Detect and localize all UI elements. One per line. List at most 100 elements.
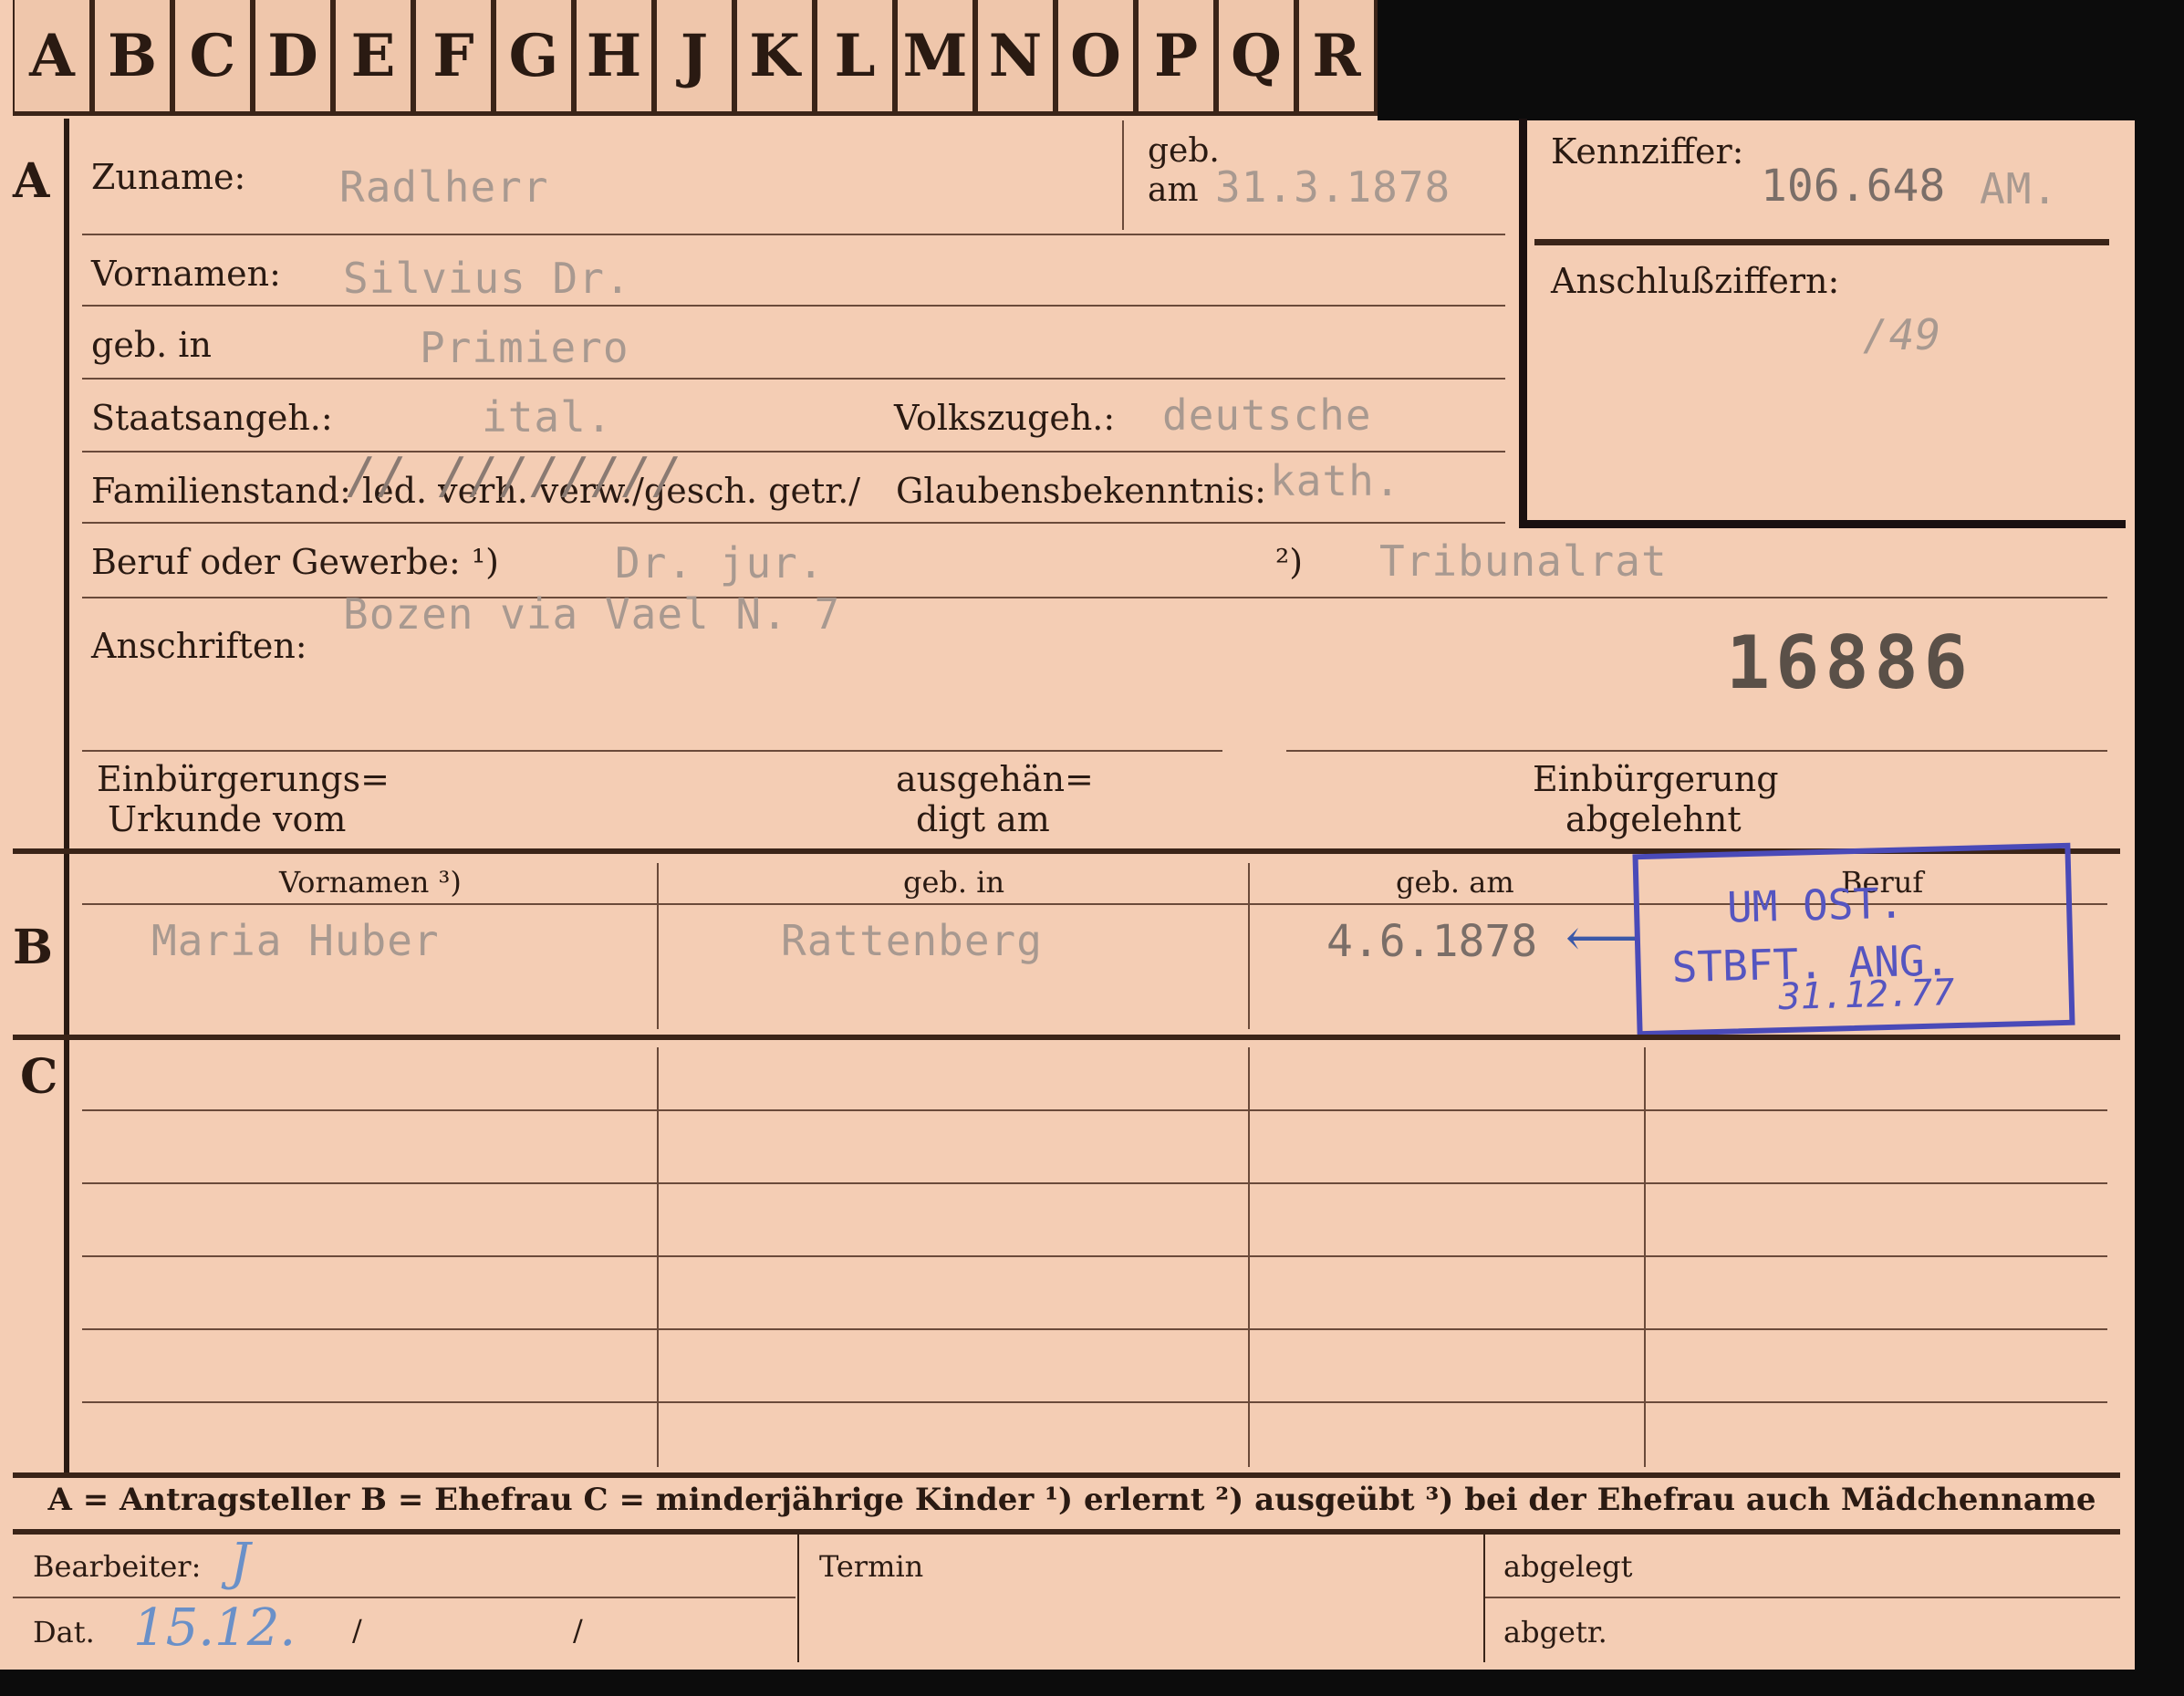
geb-in-value: Primiero [420,323,629,372]
row-rule [1286,750,2107,752]
tab-f[interactable]: F [414,0,494,111]
dat-value: 15.12. [133,1598,296,1658]
row-rule [82,522,1505,524]
tab-m[interactable]: M [896,0,976,111]
section-b-letter: B [13,920,53,975]
beruf-ausgeuebt-value: Tribunalrat [1379,536,1668,586]
volkszugeh-value: deutsche [1162,390,1372,440]
alphabet-index-tabs: A B C D E F G H J K L M N O P Q R [13,0,1378,116]
termin-label: Termin [819,1549,924,1584]
background-corner [1378,0,2184,120]
geb-am-label-1: geb. [1148,132,1220,170]
kennziffer-value: 106.648 [1761,161,1946,212]
row-rule [82,451,1505,453]
tab-j[interactable]: J [655,0,735,111]
vornamen-label: Vornamen: [91,254,281,294]
anschrift-value: Bozen via Vael N. 7 [343,589,841,639]
tab-c[interactable]: C [173,0,254,111]
dat-separator: / [352,1613,362,1648]
tab-d[interactable]: D [254,0,334,111]
b-geb-am-header: geb. am [1396,865,1514,900]
glaubensbekenntnis-value: kath. [1270,456,1401,505]
einbuergerung-abgelehnt-label-1: Einbürgerung [1533,759,1779,799]
abgetr-label: abgetr. [1503,1615,1607,1649]
kennziffer-divider [1534,239,2109,245]
anschlussziffern-value: /49 [1863,310,1942,359]
volkszugeh-label: Volkszugeh.: [894,398,1116,438]
tab-b[interactable]: B [93,0,173,111]
c-row-rule [82,1401,2107,1403]
c-row-rule [82,1182,2107,1184]
footer-row-rule [13,1597,796,1598]
tab-n[interactable]: N [976,0,1056,111]
b-vornamen-header: Vornamen ³) [279,865,462,900]
c-row-rule [82,1109,2107,1111]
row-rule [82,305,1505,307]
registration-number: 16886 [1726,620,1973,705]
familienstand-strikethrough: // //////// [347,447,683,505]
row-rule [82,750,1222,752]
b-col-divider [657,863,659,1029]
kennziffer-suffix: AM. [1980,164,2059,213]
ausgehaendigt-label-1: ausgehän= [896,759,1094,799]
tab-h[interactable]: H [575,0,655,111]
background-bottom-edge [0,1670,2184,1696]
c-row-rule [82,1328,2107,1330]
b-geb-in-value: Rattenberg [781,916,1043,965]
geb-in-label: geb. in [91,325,212,365]
arrow-left-icon: ⟵ [1565,909,1639,968]
stamp-line-3: 31.12.77 [1778,972,1955,1019]
row-rule [82,234,1505,235]
row-rule [82,378,1505,380]
einbuergerungsurkunde-label-2: Urkunde vom [108,799,347,839]
left-margin-rule [64,119,69,1478]
kennziffer-label: Kennziffer: [1551,131,1744,172]
beruf-erlernt-value: Dr. jur. [615,538,825,588]
bearbeiter-value: J [230,1533,251,1592]
anschlussziffern-label: Anschlußziffern: [1551,261,1840,301]
section-c-bottom-rule [13,1472,2120,1478]
beruf-ausgeuebt-label: ²) [1275,542,1304,582]
geb-am-label-2: am [1148,172,1199,209]
b-vornamen-value: Maria Huber [151,916,440,965]
ausgehaendigt-label-2: digt am [916,799,1050,839]
einbuergerungsurkunde-label-1: Einbürgerungs= [97,759,390,799]
rubber-stamp: UM OST. STBFT. ANG. 31.12.77 [1632,842,2075,1037]
tab-r[interactable]: R [1297,0,1378,111]
footer-divider [1483,1535,1485,1662]
vornamen-value: Silvius Dr. [343,254,631,303]
tab-e[interactable]: E [334,0,414,111]
anschriften-label: Anschriften: [91,626,307,666]
footer-row-rule [1485,1597,2120,1598]
stamp-line-1: UM OST. [1726,878,1905,932]
b-geb-am-value: 4.6.1878 [1326,916,1538,967]
tab-q[interactable]: Q [1217,0,1297,111]
tab-g[interactable]: G [494,0,575,111]
c-row-rule [82,1255,2107,1257]
tab-o[interactable]: O [1056,0,1137,111]
zuname-label: Zuname: [91,157,246,197]
geb-am-value: 31.3.1878 [1215,162,1451,212]
zuname-value: Radlherr [339,162,549,212]
tab-p[interactable]: P [1137,0,1217,111]
staatsangeh-value: ital. [482,392,613,442]
bearbeiter-label: Bearbeiter: [33,1549,202,1584]
geb-am-divider [1122,120,1124,230]
dat-separator: / [573,1613,583,1648]
tab-a[interactable]: A [13,0,93,111]
abgelegt-label: abgelegt [1503,1549,1633,1584]
b-col-divider [1248,863,1250,1029]
section-c-letter: C [20,1049,58,1105]
dat-label: Dat. [33,1615,95,1649]
b-geb-in-header: geb. in [903,865,1005,900]
tab-k[interactable]: K [735,0,816,111]
beruf-label: Beruf oder Gewerbe: ¹) [91,542,499,582]
einbuergerung-abgelehnt-label-2: abgelehnt [1565,799,1742,839]
footer-top-rule [13,1529,2120,1535]
section-b-bottom-rule [13,1035,2120,1040]
staatsangeh-label: Staatsangeh.: [91,398,333,438]
tab-l[interactable]: L [816,0,896,111]
glaubensbekenntnis-label: Glaubensbekenntnis: [896,471,1266,511]
background-right-edge [2135,119,2184,1696]
footer-divider [797,1535,799,1662]
